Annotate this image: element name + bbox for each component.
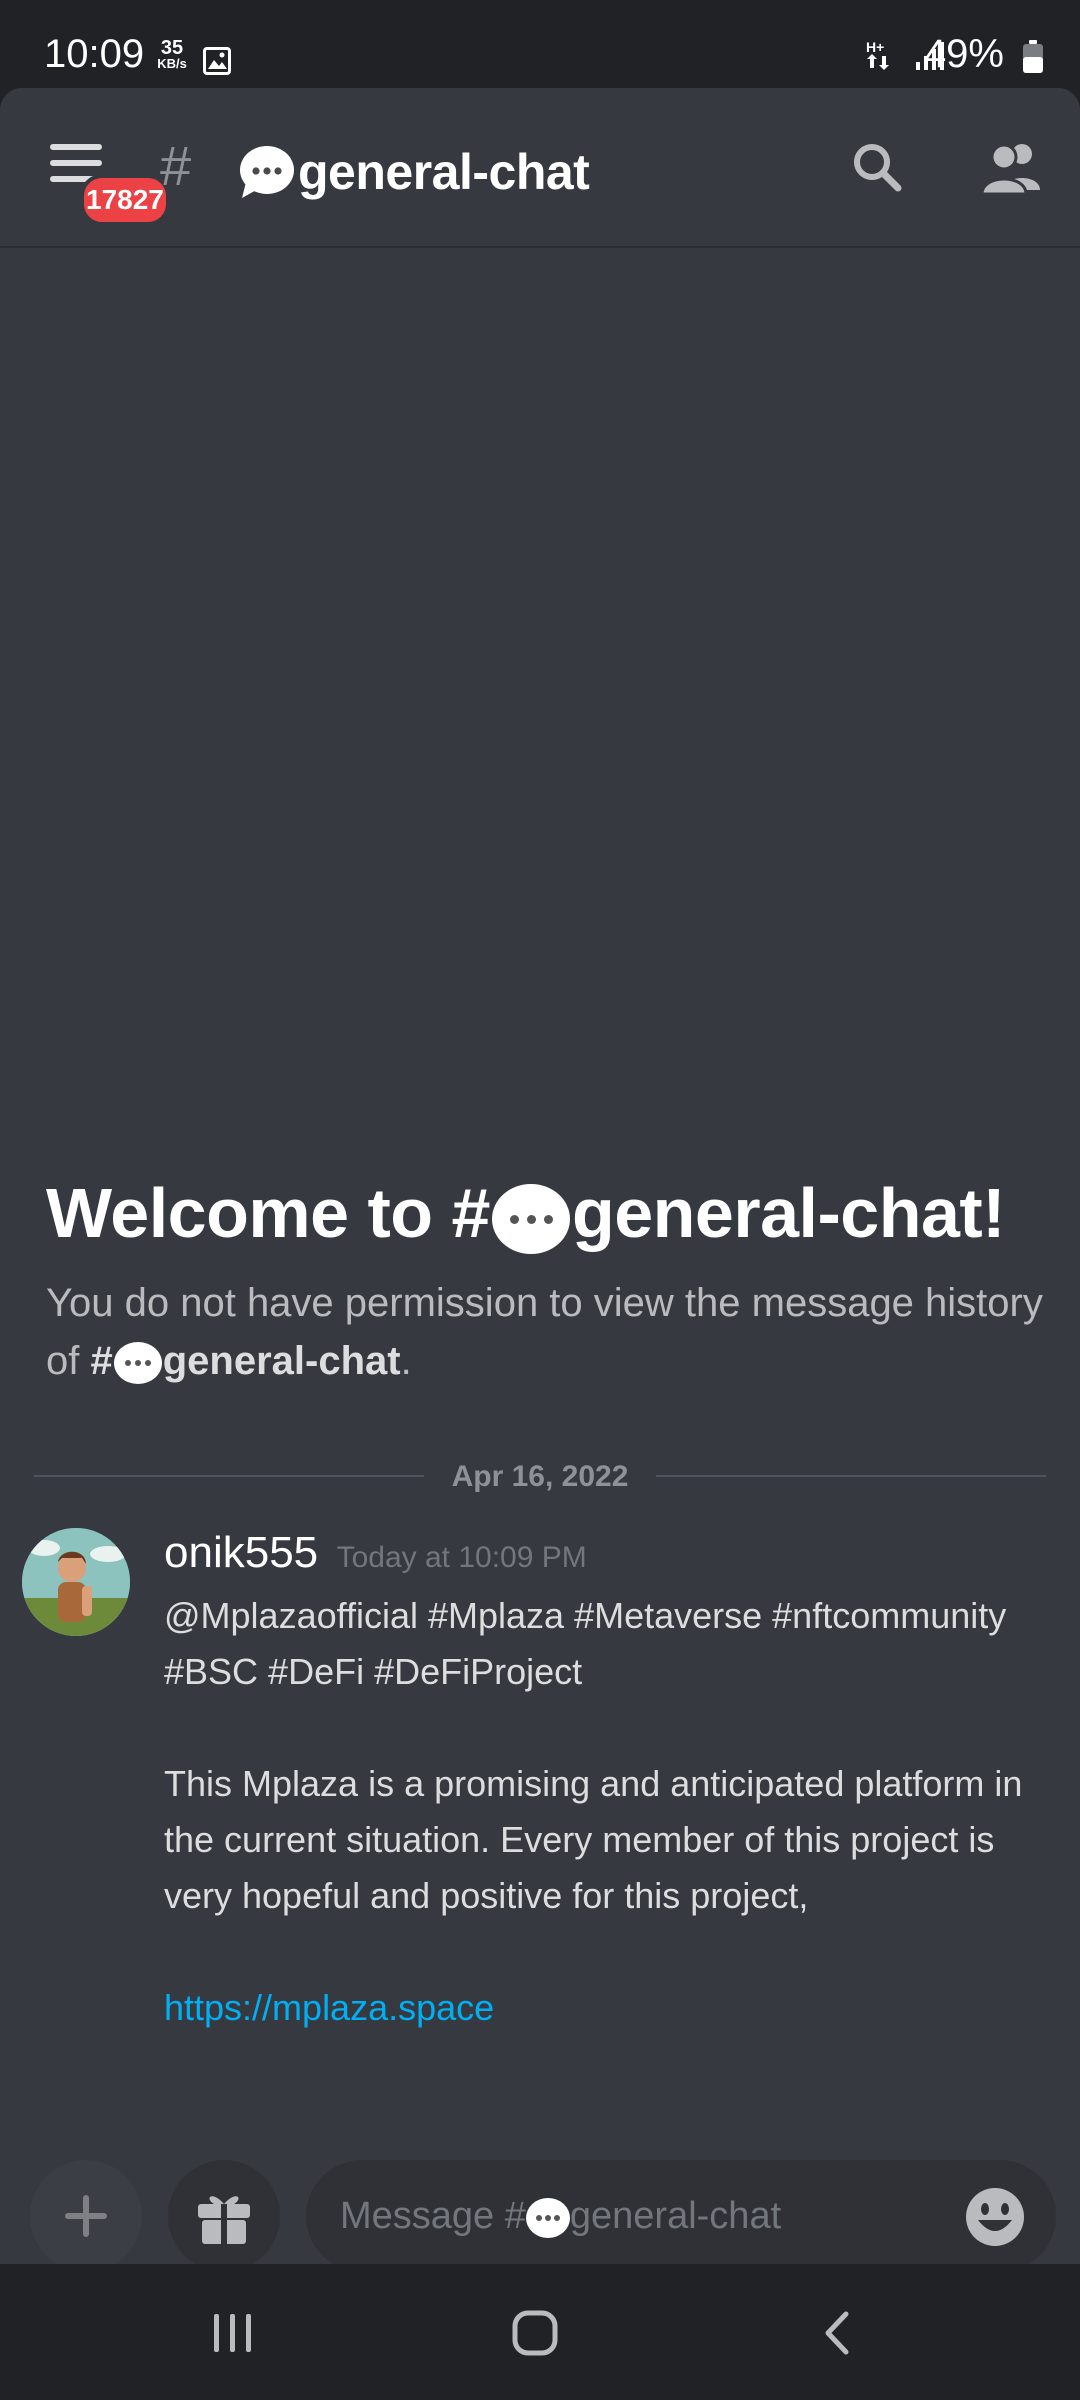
welcome-title: Welcome to # general-chat! xyxy=(46,1168,1006,1258)
speech-bubble-icon xyxy=(113,1342,162,1385)
placeholder-channel: general-chat xyxy=(569,2195,782,2237)
battery-icon xyxy=(1022,40,1044,79)
message-header: onik555 Today at 10:09 PM xyxy=(164,1528,587,1578)
status-time: 10:09 xyxy=(44,32,145,76)
gift-icon xyxy=(198,2196,250,2244)
message-line-tags: @Mplazaofficial #Mplaza #Metaverse #nftc… xyxy=(164,1595,1007,1692)
recent-apps-icon[interactable] xyxy=(210,2310,256,2361)
message-username[interactable]: onik555 xyxy=(164,1528,318,1577)
message-composer: Message # general-chat xyxy=(0,2120,1080,2264)
message-link[interactable]: https://mplaza.space xyxy=(164,1987,494,2028)
network-speed-unit: KB/s xyxy=(157,56,187,71)
welcome-title-prefix: Welcome to # xyxy=(46,1174,490,1252)
back-icon[interactable] xyxy=(818,2308,858,2363)
avatar[interactable] xyxy=(22,1528,130,1636)
network-speed-value: 35 xyxy=(160,37,184,59)
welcome-subtitle: You do not have permission to view the m… xyxy=(46,1274,1046,1390)
channel-header: 17827 # general-chat xyxy=(0,88,1080,248)
search-icon[interactable] xyxy=(850,140,906,201)
divider-line-right xyxy=(656,1475,1046,1477)
speech-bubble-icon xyxy=(525,2197,570,2238)
svg-text:H+: H+ xyxy=(866,39,884,55)
home-icon[interactable] xyxy=(510,2308,560,2363)
placeholder-prefix: Message # xyxy=(340,2195,526,2237)
message-line-text: This Mplaza is a promising and anticipat… xyxy=(164,1763,1023,1916)
battery-percent: 49% xyxy=(923,32,1004,76)
message-input[interactable]: Message # general-chat xyxy=(306,2160,1056,2264)
welcome-subtitle-suffix: . xyxy=(400,1339,412,1383)
plus-icon xyxy=(65,2195,107,2237)
message-timestamp: Today at 10:09 PM xyxy=(336,1541,587,1574)
divider-date: Apr 16, 2022 xyxy=(451,1460,629,1493)
speech-bubble-icon xyxy=(236,142,296,207)
network-speed: 35 KB/s xyxy=(152,37,192,72)
channel-title: general-chat xyxy=(298,144,590,200)
gift-button[interactable] xyxy=(168,2160,280,2264)
channel-hash: # xyxy=(160,134,192,197)
message-body: @Mplazaofficial #Mplaza #Metaverse #nftc… xyxy=(164,1588,1064,2036)
members-icon[interactable] xyxy=(980,140,1044,201)
image-icon xyxy=(202,46,232,81)
plus-button[interactable] xyxy=(30,2160,142,2264)
system-nav-bar xyxy=(0,2264,1080,2400)
welcome-subtitle-channel: general-chat xyxy=(162,1339,401,1383)
emoji-icon[interactable] xyxy=(964,2186,1026,2253)
message-input-placeholder: Message # general-chat xyxy=(340,2190,781,2242)
app-surface: 17827 # general-chat Welcome to # genera… xyxy=(0,88,1080,2264)
network-type-icon: H+ xyxy=(864,38,898,77)
speech-bubble-icon xyxy=(491,1183,570,1254)
date-divider: Apr 16, 2022 xyxy=(34,1456,1046,1496)
unread-badge: 17827 xyxy=(80,174,170,226)
welcome-subtitle-hash: # xyxy=(90,1339,113,1383)
welcome-title-channel: general-chat! xyxy=(571,1174,1006,1252)
status-bar: 10:09 35 KB/s H+ 49% xyxy=(0,0,1080,88)
